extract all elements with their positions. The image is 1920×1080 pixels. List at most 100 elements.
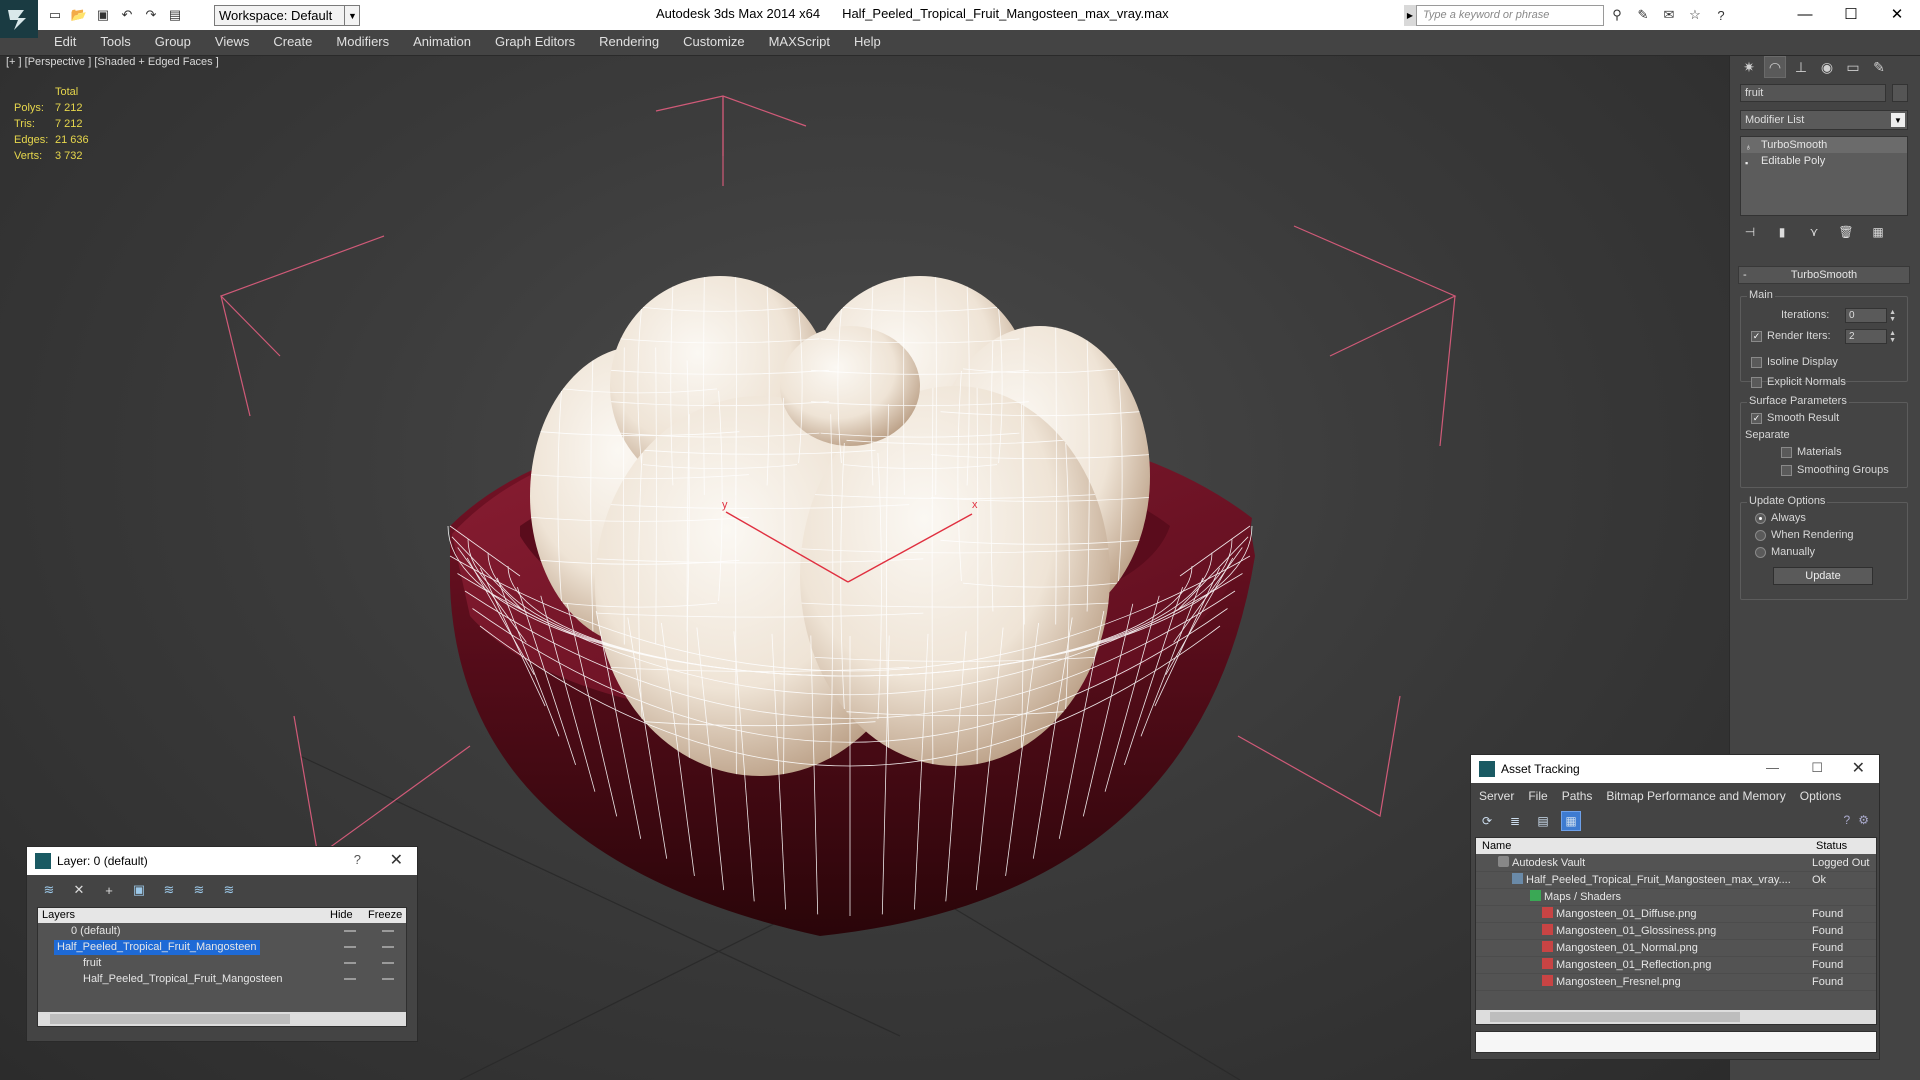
- layer-dialog-titlebar[interactable]: Layer: 0 (default) ? ✕: [27, 847, 417, 875]
- iterations-spinner[interactable]: 0 ▲ ▼: [1845, 308, 1896, 323]
- asset-menu-options[interactable]: Options: [1800, 789, 1841, 803]
- subscription-icon[interactable]: ✎: [1634, 6, 1652, 24]
- list-view-icon[interactable]: ≣: [1505, 811, 1525, 831]
- close-icon[interactable]: ✕: [390, 850, 403, 870]
- explicit-normals-checkbox[interactable]: [1751, 377, 1762, 388]
- detail-view-icon[interactable]: ▤: [1533, 811, 1553, 831]
- minimize-icon[interactable]: —: [1782, 0, 1828, 28]
- asset-row[interactable]: Mangosteen_01_Normal.png Found: [1476, 940, 1876, 957]
- hide-toggle[interactable]: [344, 978, 356, 980]
- scrollbar-thumb[interactable]: [1490, 1012, 1740, 1022]
- new-file-icon[interactable]: ▭: [46, 6, 64, 24]
- smoothing-groups-checkbox[interactable]: [1781, 465, 1792, 476]
- asset-row[interactable]: Mangosteen_Fresnel.png Found: [1476, 974, 1876, 991]
- motion-tab-icon[interactable]: ◉: [1816, 56, 1838, 78]
- menu-group[interactable]: Group: [155, 34, 191, 49]
- utilities-tab-icon[interactable]: ✎: [1868, 56, 1890, 78]
- menu-rendering[interactable]: Rendering: [599, 34, 659, 49]
- freeze-toggle[interactable]: [382, 962, 394, 964]
- favorites-star-icon[interactable]: ☆: [1686, 6, 1704, 24]
- new-layer-icon[interactable]: ≋: [39, 881, 59, 899]
- menu-graph-editors[interactable]: Graph Editors: [495, 34, 575, 49]
- delete-layer-icon[interactable]: ✕: [69, 881, 89, 899]
- col-hide[interactable]: Hide: [330, 909, 353, 921]
- asset-dialog-titlebar[interactable]: Asset Tracking — ☐ ✕: [1471, 755, 1879, 783]
- modify-tab-icon[interactable]: ◠: [1764, 56, 1786, 78]
- hierarchy-tab-icon[interactable]: ⊥: [1790, 56, 1812, 78]
- lightbulb-icon[interactable]: ♁: [1745, 139, 1755, 152]
- stack-item-turbosmooth[interactable]: ♁ TurboSmooth: [1741, 137, 1907, 153]
- expand-plus-icon[interactable]: ▪: [1745, 155, 1755, 168]
- display-tab-icon[interactable]: ▭: [1842, 56, 1864, 78]
- close-icon[interactable]: ✕: [1874, 0, 1920, 28]
- hide-toggle[interactable]: [344, 946, 356, 948]
- object-name-field[interactable]: fruit: [1740, 84, 1886, 102]
- modifier-list-dropdown[interactable]: Modifier List ▼: [1740, 110, 1908, 130]
- configure-sets-icon[interactable]: ▦: [1868, 222, 1888, 242]
- pin-stack-icon[interactable]: ⊣: [1740, 222, 1760, 242]
- settings-icon[interactable]: ⚙: [1858, 813, 1869, 827]
- update-button[interactable]: Update: [1773, 567, 1873, 585]
- make-unique-icon[interactable]: ⋎: [1804, 222, 1824, 242]
- app-logo-icon[interactable]: [0, 0, 38, 38]
- add-to-layer-icon[interactable]: +: [99, 881, 119, 899]
- asset-row[interactable]: Half_Peeled_Tropical_Fruit_Mangosteen_ma…: [1476, 872, 1876, 889]
- asset-row[interactable]: Mangosteen_01_Glossiness.png Found: [1476, 923, 1876, 940]
- search-input[interactable]: Type a keyword or phrase: [1416, 5, 1604, 26]
- communication-icon[interactable]: ✉: [1660, 6, 1678, 24]
- redo-icon[interactable]: ↷: [142, 6, 160, 24]
- minimize-icon[interactable]: —: [1766, 760, 1779, 775]
- menu-create[interactable]: Create: [273, 34, 312, 49]
- hide-toggle[interactable]: [344, 930, 356, 932]
- layer-row[interactable]: fruit: [38, 956, 406, 971]
- close-icon[interactable]: ✕: [1852, 758, 1865, 778]
- asset-row[interactable]: Autodesk Vault Logged Out: [1476, 855, 1876, 872]
- menu-edit[interactable]: Edit: [54, 34, 76, 49]
- project-folder-icon[interactable]: ▤: [166, 6, 184, 24]
- refresh-icon[interactable]: ⟳: [1477, 811, 1497, 831]
- workspace-select[interactable]: Workspace: Default: [214, 5, 360, 26]
- always-radio[interactable]: [1755, 513, 1766, 524]
- asset-row[interactable]: Maps / Shaders: [1476, 889, 1876, 906]
- render-iters-spinner[interactable]: 2 ▲ ▼: [1845, 329, 1896, 344]
- layer-row[interactable]: Half_Peeled_Tropical_Fruit_Mangosteen: [38, 940, 406, 955]
- asset-row[interactable]: Mangosteen_01_Diffuse.png Found: [1476, 906, 1876, 923]
- isoline-checkbox[interactable]: [1751, 357, 1762, 368]
- menu-maxscript[interactable]: MAXScript: [769, 34, 830, 49]
- viewport-label[interactable]: [+ ] [Perspective ] [Shaded + Edged Face…: [6, 56, 219, 68]
- col-layers[interactable]: Layers: [42, 909, 75, 921]
- layer-row[interactable]: Half_Peeled_Tropical_Fruit_Mangosteen: [38, 972, 406, 987]
- render-iters-checkbox[interactable]: ✓: [1751, 331, 1762, 342]
- smooth-result-checkbox[interactable]: ✓: [1751, 413, 1762, 424]
- asset-menu-bitmap-performance-and-memory[interactable]: Bitmap Performance and Memory: [1606, 789, 1785, 803]
- menu-modifiers[interactable]: Modifiers: [336, 34, 389, 49]
- binoculars-icon[interactable]: ⚲: [1608, 6, 1626, 24]
- select-in-layer-icon[interactable]: ▣: [129, 881, 149, 899]
- menu-animation[interactable]: Animation: [413, 34, 471, 49]
- spinner-arrows-icon[interactable]: ▲ ▼: [1889, 309, 1896, 323]
- materials-checkbox[interactable]: [1781, 447, 1792, 458]
- col-freeze[interactable]: Freeze: [368, 909, 402, 921]
- table-view-icon[interactable]: ▦: [1561, 811, 1581, 831]
- undo-icon[interactable]: ↶: [118, 6, 136, 24]
- remove-modifier-icon[interactable]: 🗑: [1836, 222, 1856, 242]
- hide-all-layers-icon[interactable]: ≋: [189, 881, 209, 899]
- asset-scrollbar[interactable]: [1476, 1010, 1876, 1024]
- freeze-toggle[interactable]: [382, 930, 394, 932]
- menu-tools[interactable]: Tools: [100, 34, 130, 49]
- menu-views[interactable]: Views: [215, 34, 249, 49]
- turbosmooth-rollout-header[interactable]: - TurboSmooth: [1738, 266, 1910, 284]
- save-file-icon[interactable]: ▣: [94, 6, 112, 24]
- maximize-icon[interactable]: ☐: [1828, 0, 1874, 28]
- asset-menu-server[interactable]: Server: [1479, 789, 1514, 803]
- stack-item-editable-poly[interactable]: ▪ Editable Poly: [1741, 153, 1907, 169]
- object-color-swatch[interactable]: [1892, 84, 1908, 102]
- col-name[interactable]: Name: [1482, 840, 1511, 852]
- when-rendering-radio[interactable]: [1755, 530, 1766, 541]
- spinner-arrows-icon[interactable]: ▲ ▼: [1889, 330, 1896, 344]
- layer-row[interactable]: 0 (default): [38, 924, 406, 939]
- maximize-icon[interactable]: ☐: [1811, 760, 1823, 776]
- col-status[interactable]: Status: [1816, 840, 1847, 852]
- menu-help[interactable]: Help: [854, 34, 881, 49]
- freeze-toggle[interactable]: [382, 946, 394, 948]
